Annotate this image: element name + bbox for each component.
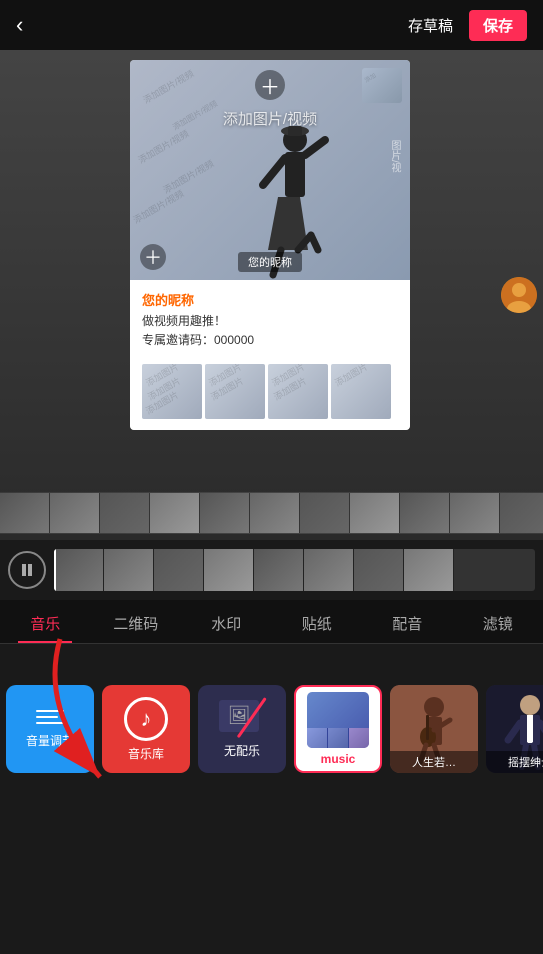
volume-icon <box>28 710 72 724</box>
video-code: 专属邀请码：000000 <box>142 331 398 348</box>
time-label: 2分钟前 ⊞ <box>130 425 410 430</box>
wm2: 添加图片/视频 <box>171 98 220 133</box>
pause-button[interactable] <box>8 551 46 589</box>
wm4: 添加图片/视频 <box>161 157 216 197</box>
wm5: 添加图片/视频 <box>131 187 186 227</box>
right-avatar <box>501 277 537 313</box>
playhead <box>54 549 56 591</box>
tab-qrcode[interactable]: 二维码 <box>91 603 182 643</box>
wm1: 添加图片/视频 <box>141 67 196 107</box>
tool-musiclib[interactable]: ♪ 音乐库 <box>102 685 190 773</box>
timeline-frame-4 <box>204 549 254 591</box>
thumb-2[interactable]: 添加图片 添加图片 <box>205 364 265 419</box>
tab-dubbing[interactable]: 配音 <box>362 603 453 643</box>
video-info: 您的昵称 做视频用趣推！ 专属邀请码：000000 <box>130 280 410 358</box>
timeline-frame-3 <box>154 549 204 591</box>
add-media-top-btn[interactable]: ＋ <box>255 70 285 100</box>
thumb-1[interactable]: 添加图片 添加图片 添加图片 <box>142 364 202 419</box>
tool-selected-label: music <box>321 752 356 766</box>
playback-strip <box>0 540 543 600</box>
wm3: 添加图片/视频 <box>136 127 191 167</box>
person1-label: 人生若… <box>390 751 478 773</box>
selected-music-thumb <box>307 692 369 748</box>
timeline-strip-bg <box>0 485 543 540</box>
thumb-strip: 添加图片 添加图片 添加图片 添加图片 添加图片 添加图片 添加图片 添加图片 <box>130 358 410 425</box>
back-button[interactable]: ‹ <box>16 12 23 38</box>
user-label: 您的昵称 <box>238 252 302 272</box>
tab-watermark[interactable]: 水印 <box>181 603 272 643</box>
thumb-4[interactable]: 添加图片 <box>331 364 391 419</box>
timeline-frame-2 <box>104 549 154 591</box>
person2-thumb: 摇摆绅士 <box>486 685 543 773</box>
header-actions: 存草稿 保存 <box>408 10 527 41</box>
preview-area: 添加图片/视频 添加图片/视频 添加图片/视频 添加图片/视频 添加图片/视频 … <box>0 50 543 540</box>
video-desc: 做视频用趣推！ <box>142 312 398 329</box>
timeline[interactable] <box>54 549 535 591</box>
tool-nomusic[interactable]: 🖼 无配乐 <box>198 685 286 773</box>
draft-button[interactable]: 存草稿 <box>408 15 453 36</box>
person1-thumb: 人生若… <box>390 685 478 773</box>
thumb-corner: 添加 <box>362 68 402 103</box>
tool-selected-music[interactable]: music <box>294 685 382 773</box>
nomusic-icon: 🖼 <box>219 700 265 738</box>
tool-musiclib-label: 音乐库 <box>128 745 164 762</box>
video-canvas: 添加图片/视频 添加图片/视频 添加图片/视频 添加图片/视频 添加图片/视频 … <box>130 60 410 280</box>
add-media-bl-btn[interactable]: ＋ <box>140 244 166 270</box>
header: ‹ 存草稿 保存 <box>0 0 543 50</box>
tab-music[interactable]: 音乐 <box>0 603 91 643</box>
video-title: 您的昵称 <box>142 290 398 309</box>
tab-sticker[interactable]: 贴纸 <box>272 603 363 643</box>
expand-icon[interactable]: ⊞ <box>387 428 398 430</box>
video-preview-card: 添加图片/视频 添加图片/视频 添加图片/视频 添加图片/视频 添加图片/视频 … <box>130 60 410 430</box>
tool-nomusic-label: 无配乐 <box>224 742 260 759</box>
timeline-frame-7 <box>354 549 404 591</box>
save-button[interactable]: 保存 <box>469 10 527 41</box>
tool-volume[interactable]: 音量调节 <box>6 685 94 773</box>
timeline-frame-6 <box>304 549 354 591</box>
timeline-frame-1 <box>54 549 104 591</box>
person2-label: 摇摆绅士 <box>486 751 543 773</box>
tabs-bar: 音乐 二维码 水印 贴纸 配音 滤镜 <box>0 600 543 644</box>
tool-volume-label: 音量调节 <box>26 732 74 749</box>
tool-person1[interactable]: 人生若… <box>390 685 478 773</box>
tool-person2[interactable]: 摇摆绅士 <box>486 685 543 773</box>
thumb-3[interactable]: 添加图片 添加图片 <box>268 364 328 419</box>
musiclib-icon: ♪ <box>124 697 168 741</box>
tab-filter[interactable]: 滤镜 <box>453 603 543 643</box>
timeline-frame-5 <box>254 549 304 591</box>
tools-grid: 音量调节 ♪ 音乐库 🖼 无配乐 music <box>0 644 543 814</box>
media-label: 图片/视 <box>387 140 402 173</box>
timeline-frame-8 <box>404 549 454 591</box>
